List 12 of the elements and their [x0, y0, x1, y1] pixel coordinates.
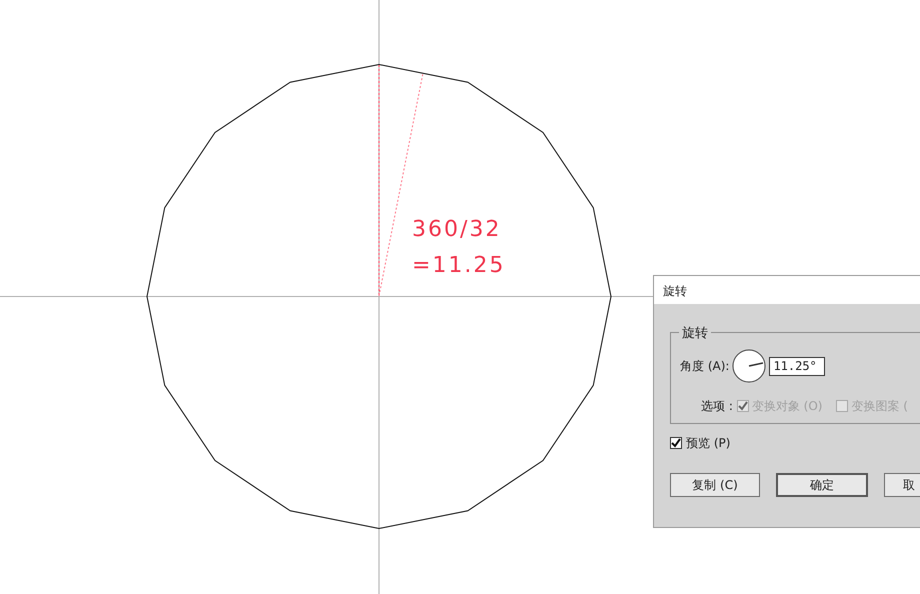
dialog-title: 旋转: [654, 276, 920, 304]
preview-label: 预览 (P): [686, 435, 730, 452]
angle-label: 角度 (A):: [680, 358, 730, 375]
dialog-button[interactable]: 取: [884, 473, 920, 497]
dialog-button[interactable]: 复制 (C): [670, 473, 760, 497]
checkbox[interactable]: [670, 437, 682, 449]
angle-input-field[interactable]: 11.25°: [769, 356, 826, 376]
dialog-button[interactable]: 确定: [776, 473, 868, 497]
angle-dial-icon[interactable]: [732, 349, 766, 383]
annotation-text: 360/32: [412, 216, 502, 244]
options-label: 选项 :: [701, 398, 733, 415]
annotation-text: =11.25: [412, 252, 506, 280]
